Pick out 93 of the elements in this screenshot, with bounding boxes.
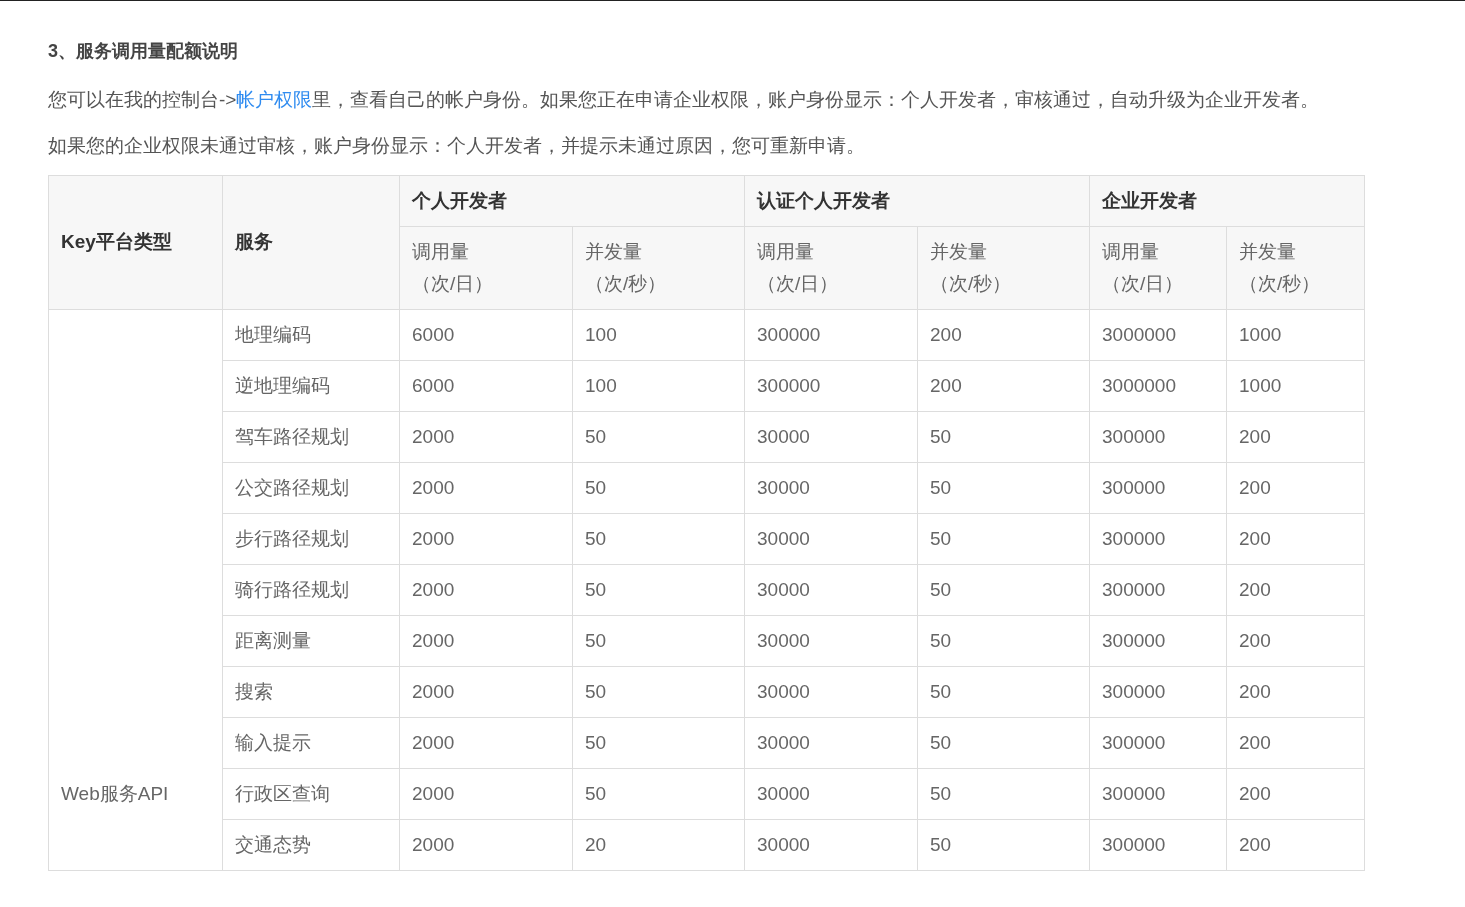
table-cell: 2000 xyxy=(399,666,573,718)
table-cell: 行政区查询 xyxy=(222,768,400,820)
table-cell: 50 xyxy=(917,819,1090,871)
table-cell: 100 xyxy=(572,360,745,412)
table-cell: 交通态势 xyxy=(222,819,400,871)
header-cell: 服务 xyxy=(222,175,400,310)
table-cell: 30000 xyxy=(744,615,918,667)
table-cell: 2000 xyxy=(399,819,573,871)
table-cell: 50 xyxy=(917,666,1090,718)
table-cell: 公交路径规划 xyxy=(222,462,400,514)
table-cell: 200 xyxy=(1226,666,1365,718)
table-cell: 200 xyxy=(1226,564,1365,616)
table-cell: 步行路径规划 xyxy=(222,513,400,565)
table-cell: 200 xyxy=(1226,615,1365,667)
table-cell: 2000 xyxy=(399,411,573,463)
table-cell: 50 xyxy=(917,717,1090,769)
table-cell: 300000 xyxy=(1089,411,1227,463)
table-cell: 300000 xyxy=(1089,717,1227,769)
table-cell: 30000 xyxy=(744,564,918,616)
table-cell: 驾车路径规划 xyxy=(222,411,400,463)
table-cell: 30000 xyxy=(744,768,918,820)
table-cell: 20 xyxy=(572,819,745,871)
table-cell: 50 xyxy=(917,564,1090,616)
table-cell: 30000 xyxy=(744,819,918,871)
table-cell: 距离测量 xyxy=(222,615,400,667)
table-cell: 200 xyxy=(1226,819,1365,871)
table-cell: 搜索 xyxy=(222,666,400,718)
table-cell: 50 xyxy=(572,513,745,565)
table-cell: 50 xyxy=(917,411,1090,463)
table-cell: 30000 xyxy=(744,717,918,769)
table-cell: 300000 xyxy=(1089,564,1227,616)
intro-paragraph: 您可以在我的控制台->帐户权限里，查看自己的帐户身份。如果您正在申请企业权限，账户身份显示：个人开发者，审核通过，自动升级为企业开发者。 xyxy=(48,88,1321,112)
table-cell: 3000000 xyxy=(1089,309,1227,361)
table-cell: 300000 xyxy=(1089,666,1227,718)
header-cell: Key平台类型 xyxy=(48,175,223,310)
table-cell: 50 xyxy=(572,615,745,667)
header-cell: 并发量 （次/秒） xyxy=(917,226,1090,310)
table-cell: 2000 xyxy=(399,768,573,820)
table-cell: 300000 xyxy=(1089,615,1227,667)
table-cell: 300000 xyxy=(744,309,918,361)
header-cell: 企业开发者 xyxy=(1089,175,1365,227)
header-cell: 并发量 （次/秒） xyxy=(572,226,745,310)
table-cell: 300000 xyxy=(1089,819,1227,871)
table-cell: 2000 xyxy=(399,615,573,667)
header-cell: 调用量 （次/日） xyxy=(399,226,573,310)
table-cell: 地理编码 xyxy=(222,309,400,361)
table-cell: 50 xyxy=(917,615,1090,667)
table-cell: 300000 xyxy=(1089,462,1227,514)
table-cell: 50 xyxy=(572,411,745,463)
table-cell: 3000000 xyxy=(1089,360,1227,412)
table-cell: 骑行路径规划 xyxy=(222,564,400,616)
table-cell: 6000 xyxy=(399,360,573,412)
header-cell: 个人开发者 xyxy=(399,175,745,227)
table-cell: 30000 xyxy=(744,513,918,565)
table-cell: 200 xyxy=(1226,768,1365,820)
account-permission-link[interactable]: 帐户权限 xyxy=(236,89,313,110)
table-cell: 30000 xyxy=(744,411,918,463)
table-cell: 200 xyxy=(1226,717,1365,769)
table-cell: 50 xyxy=(917,768,1090,820)
table-cell: 1000 xyxy=(1226,360,1365,412)
header-cell: 认证个人开发者 xyxy=(744,175,1090,227)
table-cell: 50 xyxy=(572,564,745,616)
table-cell: Web服务API xyxy=(48,309,223,871)
table-cell: 6000 xyxy=(399,309,573,361)
header-cell: 并发量 （次/秒） xyxy=(1226,226,1365,310)
table-cell: 50 xyxy=(572,666,745,718)
table-cell: 200 xyxy=(917,309,1090,361)
table-cell: 逆地理编码 xyxy=(222,360,400,412)
table-cell: 2000 xyxy=(399,564,573,616)
table-cell: 200 xyxy=(1226,513,1365,565)
table-cell: 50 xyxy=(917,462,1090,514)
table-cell: 200 xyxy=(917,360,1090,412)
table-cell: 1000 xyxy=(1226,309,1365,361)
table-cell: 300000 xyxy=(744,360,918,412)
table-cell: 300000 xyxy=(1089,768,1227,820)
table-cell: 30000 xyxy=(744,462,918,514)
section-heading: 3、服务调用量配额说明 xyxy=(48,40,238,63)
table-cell: 2000 xyxy=(399,717,573,769)
note-paragraph: 如果您的企业权限未通过审核，账户身份显示：个人开发者，并提示未通过原因，您可重新申请。 xyxy=(48,134,865,158)
header-cell: 调用量 （次/日） xyxy=(744,226,918,310)
table-cell: 50 xyxy=(572,462,745,514)
table-cell: 50 xyxy=(572,717,745,769)
table-cell: 50 xyxy=(572,768,745,820)
table-cell: 2000 xyxy=(399,462,573,514)
table-cell: 30000 xyxy=(744,666,918,718)
table-cell: 输入提示 xyxy=(222,717,400,769)
table-cell: 300000 xyxy=(1089,513,1227,565)
table-cell: 2000 xyxy=(399,513,573,565)
table-cell: 50 xyxy=(917,513,1090,565)
table-cell: 200 xyxy=(1226,411,1365,463)
header-cell: 调用量 （次/日） xyxy=(1089,226,1227,310)
table-cell: 200 xyxy=(1226,462,1365,514)
table-cell: 100 xyxy=(572,309,745,361)
